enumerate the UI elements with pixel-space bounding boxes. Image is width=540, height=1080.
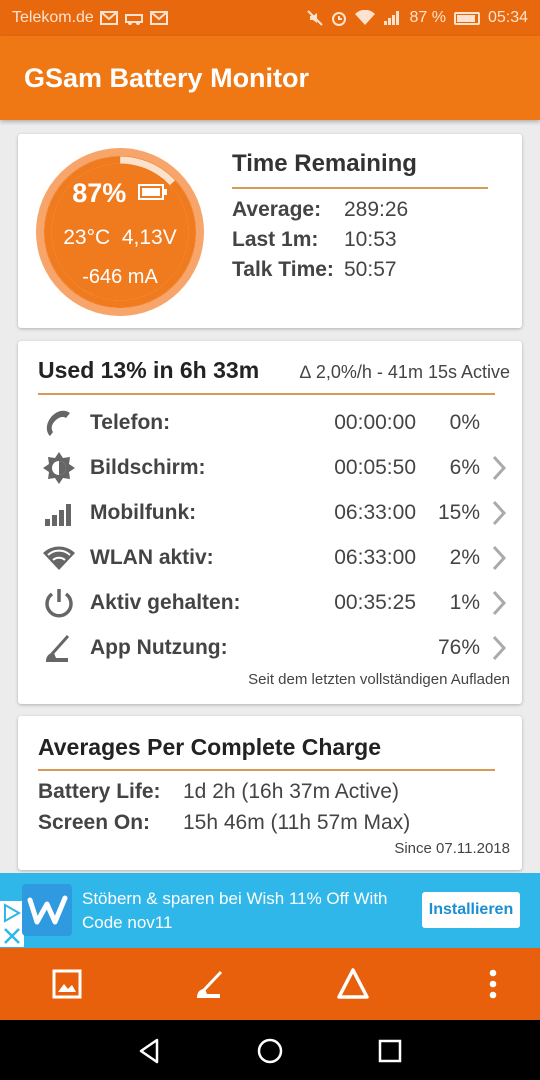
install-button[interactable]: Installieren: [422, 892, 520, 928]
ad-choices-icon: [4, 903, 22, 944]
app-usage-icon[interactable]: [190, 964, 230, 1004]
usage-row-mobilfunk[interactable]: Mobilfunk: 06:33:00 15%: [18, 490, 522, 535]
battery-icon: [453, 11, 480, 25]
carrier-name: Telekom.de: [12, 9, 94, 26]
averages-row: Battery Life: 1d 2h (16h 37m Active): [38, 780, 399, 803]
battery-temperature: 23°C: [63, 226, 111, 249]
clock: 05:34: [487, 9, 528, 26]
averages-row: Screen On: 15h 46m (11h 57m Max): [38, 811, 411, 834]
ad-banner[interactable]: Stöbern & sparen bei Wish 11% Off With C…: [0, 873, 540, 948]
phone-icon: [46, 410, 70, 436]
averages-title: Averages Per Complete Charge: [38, 734, 382, 760]
ad-choices-badge[interactable]: [0, 901, 24, 947]
image-icon[interactable]: [47, 964, 87, 1004]
title-divider: [38, 393, 495, 395]
app-title: GSam Battery Monitor: [24, 62, 310, 93]
usage-rate: ∆ 2,0%/h - 41m 15s Active: [299, 362, 510, 382]
wish-logo: [22, 884, 72, 936]
brightness-icon: [43, 452, 75, 484]
chevron-right-icon: [492, 590, 507, 616]
more-vert-icon[interactable]: [473, 964, 513, 1004]
title-divider: [38, 769, 495, 771]
averages-card: Averages Per Complete Charge Battery Lif…: [18, 716, 522, 870]
app-usage-icon: [46, 634, 70, 662]
signal-bars-icon: [45, 504, 71, 526]
mail-icon: [99, 11, 118, 25]
chevron-right-icon: [492, 635, 507, 661]
delta-icon[interactable]: [333, 964, 373, 1004]
signal-icon: [384, 11, 400, 25]
app-bar: GSam Battery Monitor: [0, 36, 540, 120]
averages-footer: Since 07.11.2018: [394, 840, 510, 857]
usage-card: Used 13% in 6h 33m ∆ 2,0%/h - 41m 15s Ac…: [18, 341, 522, 704]
status-bar: Telekom.de 87 % 05:34: [0, 0, 540, 36]
battery-card[interactable]: 87% 23°C 4,13V -646 mA Time Remaining Av…: [18, 134, 522, 328]
back-icon[interactable]: [135, 1036, 165, 1066]
mute-icon: [307, 10, 324, 26]
battery-voltage: 4,13V: [121, 226, 177, 249]
wifi-icon: [43, 546, 75, 570]
car-icon: [124, 14, 143, 25]
home-icon[interactable]: [255, 1036, 285, 1066]
system-navigation-bar: [0, 1020, 540, 1080]
bottom-toolbar: [0, 948, 540, 1020]
wish-logo-icon: [27, 895, 68, 925]
usage-row-aktiv-gehalten[interactable]: Aktiv gehalten: 00:35:25 1%: [18, 580, 522, 625]
usage-footer: Seit dem letzten vollständigen Aufladen: [248, 671, 510, 688]
title-divider: [232, 187, 488, 189]
usage-row-telefon[interactable]: Telefon: 00:00:00 0%: [18, 400, 522, 445]
usage-row-app-nutzung[interactable]: App Nutzung: 76%: [18, 625, 522, 670]
battery-current: -646 mA: [82, 266, 158, 288]
usage-row-wlan[interactable]: WLAN aktiv: 06:33:00 2%: [18, 535, 522, 580]
power-icon: [45, 589, 73, 618]
wifi-icon: [355, 10, 376, 25]
time-remaining-title: Time Remaining: [232, 150, 417, 177]
alarm-icon: [332, 12, 347, 26]
usage-row-bildschirm[interactable]: Bildschirm: 00:05:50 6%: [18, 445, 522, 490]
chevron-right-icon: [492, 500, 507, 526]
time-remaining-row: Last 1m: 10:53: [232, 228, 397, 251]
ad-text: Stöbern & sparen bei Wish 11% Off With C…: [82, 889, 388, 932]
time-remaining-row: Average: 289:26: [232, 198, 409, 221]
recents-icon[interactable]: [375, 1036, 405, 1066]
battery-percent-text: 87 %: [409, 9, 446, 26]
battery-percent: 87%: [72, 178, 127, 208]
usage-title: Used 13% in 6h 33m: [38, 357, 260, 383]
battery-icon: [137, 184, 167, 200]
chevron-right-icon: [492, 455, 507, 481]
time-remaining-row: Talk Time: 50:57: [232, 258, 397, 281]
chevron-right-icon: [492, 545, 507, 571]
mail-icon: [149, 11, 168, 25]
